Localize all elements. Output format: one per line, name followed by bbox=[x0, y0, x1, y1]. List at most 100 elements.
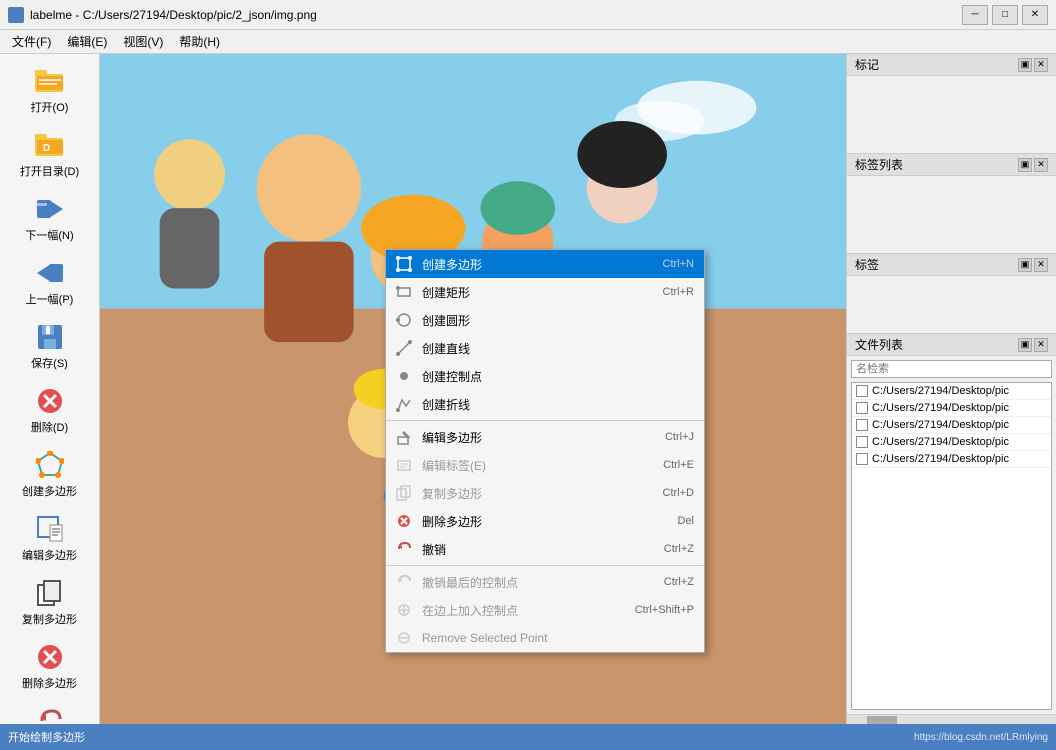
open-label: 打开(O) bbox=[31, 99, 69, 115]
ctx-copy-polygon[interactable]: 复制多边形 Ctrl+D bbox=[386, 479, 704, 507]
open-button[interactable]: 打开(O) bbox=[6, 60, 94, 120]
ctx-add-point-shortcut: Ctrl+Shift+P bbox=[635, 604, 694, 616]
ctx-edit-polygon-shortcut: Ctrl+J bbox=[665, 431, 694, 443]
tags-panel-close[interactable]: ✕ bbox=[1034, 58, 1048, 72]
labels-panel-title: 标签 bbox=[855, 256, 879, 273]
file-list-panel-title: 文件列表 bbox=[855, 336, 903, 353]
app-icon bbox=[8, 7, 24, 23]
ctx-create-polyline-label: 创建折线 bbox=[422, 396, 674, 413]
ctx-create-circle[interactable]: 创建圆形 bbox=[386, 306, 704, 334]
next-label: 下一幅(N) bbox=[25, 227, 73, 243]
file-list-panel-buttons: ▣ ✕ bbox=[1018, 338, 1048, 352]
ctx-edit-label[interactable]: 编辑标签(E) Ctrl+E bbox=[386, 451, 704, 479]
copy-polygon-icon bbox=[34, 577, 66, 609]
ctx-create-polygon-shortcut: Ctrl+N bbox=[663, 258, 694, 270]
file-list-item[interactable]: C:/Users/27194/Desktop/pic bbox=[852, 417, 1051, 434]
ctx-undo-label: 撤销 bbox=[422, 541, 644, 558]
tags-panel-restore[interactable]: ▣ bbox=[1018, 58, 1032, 72]
ctx-undo[interactable]: 撤销 Ctrl+Z bbox=[386, 535, 704, 563]
menu-help[interactable]: 帮助(H) bbox=[171, 31, 228, 52]
remove-polygon-icon bbox=[34, 641, 66, 673]
create-polygon-label: 创建多边形 bbox=[22, 483, 77, 499]
ctx-create-point[interactable]: 创建控制点 bbox=[386, 362, 704, 390]
file-list-item[interactable]: C:/Users/27194/Desktop/pic bbox=[852, 451, 1051, 468]
file-list-scrollbar-thumb[interactable] bbox=[867, 716, 897, 724]
prev-button[interactable]: 上一幅(P) bbox=[6, 252, 94, 312]
file-checkbox-2[interactable] bbox=[856, 402, 868, 414]
remove-polygon-button[interactable]: 删除多边形 bbox=[6, 636, 94, 696]
save-label: 保存(S) bbox=[31, 355, 68, 371]
label-list-panel-buttons: ▣ ✕ bbox=[1018, 158, 1048, 172]
delete-button[interactable]: 删除(D) bbox=[6, 380, 94, 440]
file-list-scrollbar[interactable] bbox=[847, 714, 1056, 724]
close-button[interactable]: ✕ bbox=[1022, 5, 1048, 25]
open-dir-button[interactable]: D 打开目录(D) bbox=[6, 124, 94, 184]
ctx-add-point-label: 在边上加入控制点 bbox=[422, 602, 615, 619]
edit-polygon-label: 编辑多边形 bbox=[22, 547, 77, 563]
file-checkbox-4[interactable] bbox=[856, 436, 868, 448]
file-checkbox-5[interactable] bbox=[856, 453, 868, 465]
create-polygon-button[interactable]: 创建多边形 bbox=[6, 444, 94, 504]
ctx-remove-selected-point[interactable]: Remove Selected Point bbox=[386, 624, 704, 652]
menu-bar: 文件(F) 编辑(E) 视图(V) 帮助(H) bbox=[0, 30, 1056, 54]
labels-panel-buttons: ▣ ✕ bbox=[1018, 258, 1048, 272]
file-checkbox-3[interactable] bbox=[856, 419, 868, 431]
ctx-undo-shortcut: Ctrl+Z bbox=[664, 543, 694, 555]
save-icon bbox=[34, 321, 66, 353]
ctx-create-polyline[interactable]: 创建折线 bbox=[386, 390, 704, 418]
file-list-panel: 文件列表 ▣ ✕ C:/Users/27194/Desktop/pic C:/U… bbox=[847, 334, 1056, 724]
file-list-item-label: C:/Users/27194/Desktop/pic bbox=[872, 453, 1009, 465]
file-list-item[interactable]: C:/Users/27194/Desktop/pic bbox=[852, 383, 1051, 400]
ctx-create-rect[interactable]: 创建矩形 Ctrl+R bbox=[386, 278, 704, 306]
undo-button[interactable]: 撤销 bbox=[6, 700, 94, 724]
menu-edit[interactable]: 编辑(E) bbox=[59, 31, 115, 52]
menu-view[interactable]: 视图(V) bbox=[115, 31, 171, 52]
save-button[interactable]: 保存(S) bbox=[6, 316, 94, 376]
ctx-undo-icon bbox=[394, 539, 414, 559]
file-list-item-label: C:/Users/27194/Desktop/pic bbox=[872, 419, 1009, 431]
ctx-edit-polygon[interactable]: 编辑多边形 Ctrl+J bbox=[386, 423, 704, 451]
ctx-create-polygon[interactable]: 创建多边形 Ctrl+N bbox=[386, 250, 704, 278]
ctx-separator-1 bbox=[386, 420, 704, 421]
menu-file[interactable]: 文件(F) bbox=[4, 31, 59, 52]
canvas-area[interactable]: 创建多边形 Ctrl+N 创建矩形 Ctrl+R bbox=[100, 54, 846, 724]
label-list-restore[interactable]: ▣ bbox=[1018, 158, 1032, 172]
file-list-item[interactable]: C:/Users/27194/Desktop/pic bbox=[852, 400, 1051, 417]
labels-panel-restore[interactable]: ▣ bbox=[1018, 258, 1032, 272]
ctx-separator-2 bbox=[386, 565, 704, 566]
ctx-circle-icon bbox=[394, 310, 414, 330]
ctx-copy-icon bbox=[394, 483, 414, 503]
window-title: labelme - C:/Users/27194/Desktop/pic/2_j… bbox=[30, 8, 962, 22]
ctx-create-line[interactable]: 创建直线 bbox=[386, 334, 704, 362]
file-list-close[interactable]: ✕ bbox=[1034, 338, 1048, 352]
ctx-add-point[interactable]: 在边上加入控制点 Ctrl+Shift+P bbox=[386, 596, 704, 624]
ctx-undo-last-point[interactable]: 撤销最后的控制点 Ctrl+Z bbox=[386, 568, 704, 596]
tags-panel: 标记 ▣ ✕ bbox=[847, 54, 1056, 154]
edit-polygon-button[interactable]: 编辑多边形 bbox=[6, 508, 94, 568]
labels-panel-close[interactable]: ✕ bbox=[1034, 258, 1048, 272]
minimize-button[interactable]: ─ bbox=[962, 5, 988, 25]
copy-polygon-button[interactable]: 复制多边形 bbox=[6, 572, 94, 632]
file-list-item[interactable]: C:/Users/27194/Desktop/pic bbox=[852, 434, 1051, 451]
maximize-button[interactable]: □ bbox=[992, 5, 1018, 25]
ctx-delete-polygon-shortcut: Del bbox=[677, 515, 694, 527]
next-icon bbox=[34, 193, 66, 225]
ctx-delete-polygon-label: 删除多边形 bbox=[422, 513, 657, 530]
file-search-input[interactable] bbox=[851, 360, 1052, 378]
status-text: 开始绘制多边形 bbox=[8, 729, 85, 745]
ctx-delete-polygon[interactable]: 删除多边形 Del bbox=[386, 507, 704, 535]
edit-polygon-icon bbox=[34, 513, 66, 545]
next-button[interactable]: 下一幅(N) bbox=[6, 188, 94, 248]
ctx-edit-label-label: 编辑标签(E) bbox=[422, 457, 643, 474]
tags-panel-content bbox=[847, 76, 1056, 136]
copy-polygon-label: 复制多边形 bbox=[22, 611, 77, 627]
ctx-line-icon bbox=[394, 338, 414, 358]
ctx-undo-point-icon bbox=[394, 572, 414, 592]
status-link: https://blog.csdn.net/LRmlying bbox=[914, 732, 1048, 743]
undo-icon bbox=[34, 705, 66, 724]
ctx-create-rect-label: 创建矩形 bbox=[422, 284, 643, 301]
label-list-close[interactable]: ✕ bbox=[1034, 158, 1048, 172]
label-list-panel-header: 标签列表 ▣ ✕ bbox=[847, 154, 1056, 176]
file-checkbox-1[interactable] bbox=[856, 385, 868, 397]
file-list-restore[interactable]: ▣ bbox=[1018, 338, 1032, 352]
